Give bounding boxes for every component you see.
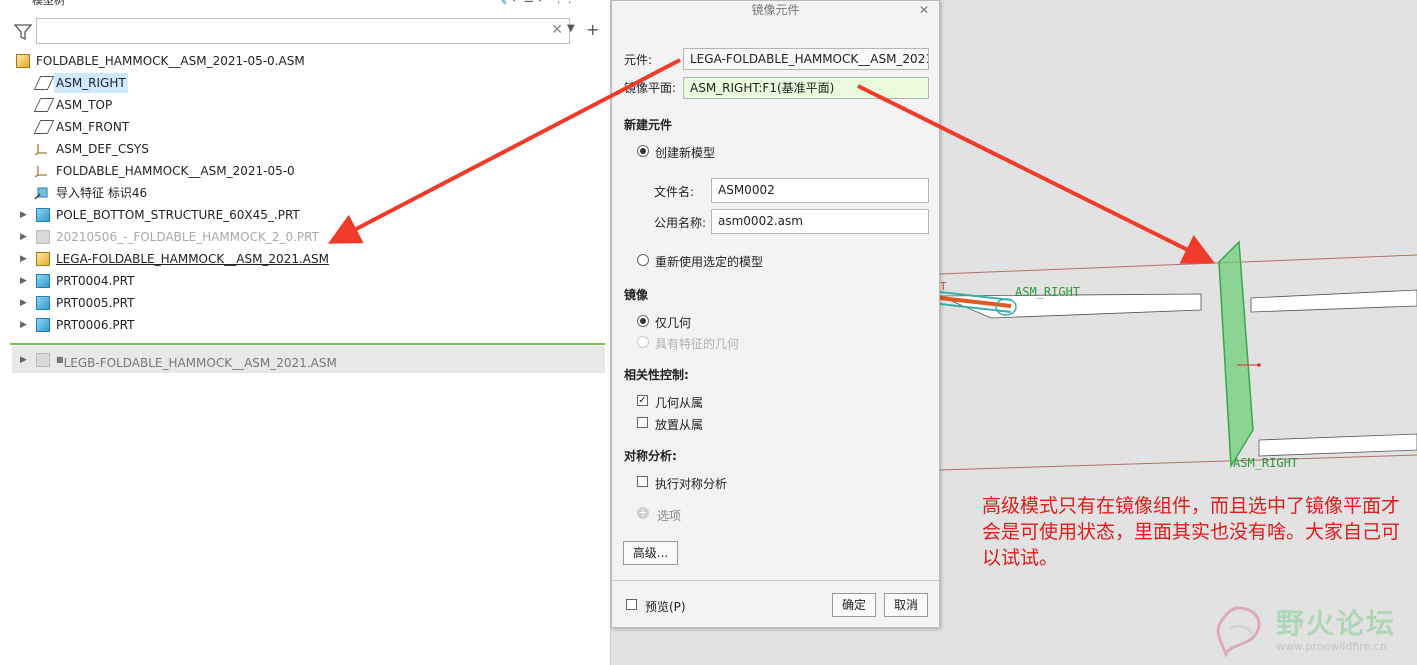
geometry-with-features-radio[interactable] (637, 336, 649, 348)
tree-item-label: ASM_RIGHT (54, 73, 128, 93)
ok-button[interactable]: 确定 (832, 593, 876, 617)
datum-plane-icon (33, 98, 55, 112)
dependency-header: 相关性控制: (624, 368, 689, 382)
model-tree-panel: 模型树 🔧 ▾ ☰ ▾ ⋮⋮ ✕ ▼ + FOLDABLE_HAMMOCK__A… (0, 0, 611, 665)
assembly-icon (16, 54, 30, 68)
datum-label-top: ASM_RIGHT (1015, 285, 1080, 299)
reuse-model-radio[interactable] (637, 254, 649, 266)
options-label[interactable]: 选项 (657, 507, 681, 524)
advanced-button[interactable]: 高级... (623, 541, 678, 565)
new-component-header: 新建元件 (624, 118, 673, 132)
close-icon[interactable]: ✕ (919, 1, 929, 19)
part-icon (36, 318, 50, 332)
tree-item-label: ASM_FRONT (56, 120, 130, 134)
expand-icon[interactable]: ▶ (20, 205, 30, 225)
model-tree-header: 模型树 🔧 ▾ ☰ ▾ ⋮⋮ (0, 0, 610, 10)
datum-plane-icon (33, 76, 55, 90)
tree-item-label: PRT0004.PRT (56, 274, 135, 288)
dialog-title: 镜像元件 (751, 3, 800, 17)
watermark-logo: 野火论坛 www.proewildfire.cn (1208, 600, 1413, 662)
assembly-icon (36, 353, 50, 367)
watermark-url: www.proewildfire.cn (1276, 640, 1387, 653)
cancel-button[interactable]: 取消 (884, 593, 928, 617)
expand-options-icon[interactable]: + (637, 507, 649, 519)
component-field[interactable]: LEGA-FOLDABLE_HAMMOCK__ASM_2021 (683, 48, 929, 70)
chevron-down-icon[interactable]: ▼ (567, 23, 575, 34)
common-name-label: 公用名称: (654, 216, 707, 230)
tree-item-legb-preview[interactable]: ▶ ■LEGB-FOLDABLE_HAMMOCK__ASM_2021.ASM (12, 346, 605, 373)
component-label: 元件: (624, 53, 653, 67)
model-tree-title: 模型树 (32, 0, 65, 7)
mirror-component-dialog: 镜像元件 ✕ 元件: LEGA-FOLDABLE_HAMMOCK__ASM_20… (611, 0, 940, 628)
expand-icon[interactable]: ▶ (20, 350, 30, 370)
datum-label-bottom: ASM_RIGHT (1233, 456, 1298, 470)
tree-item-legb-label: LEGB-FOLDABLE_HAMMOCK__ASM_2021.ASM (63, 356, 337, 370)
forum-logo-icon (1216, 606, 1261, 658)
tree-item-label: ■LEGB-FOLDABLE_HAMMOCK__ASM_2021.ASM (56, 355, 337, 370)
add-icon[interactable]: + (586, 20, 599, 39)
csys-icon (34, 144, 47, 156)
csys-icon (34, 166, 47, 178)
run-symmetry-label: 执行对称分析 (655, 477, 728, 491)
geometry-dependent-label: 几何从属 (655, 396, 704, 410)
mirror-header: 镜像 (624, 288, 649, 302)
frame-edge-bottom (939, 454, 1417, 471)
part-icon (36, 274, 50, 288)
run-symmetry-checkbox[interactable] (637, 476, 648, 487)
insert-indicator (10, 343, 605, 345)
tree-item-label: PRT0005.PRT (56, 296, 135, 310)
file-name-label: 文件名: (654, 185, 695, 199)
filter-icon[interactable] (14, 24, 32, 40)
tree-filter-row: ✕ ▼ + (10, 18, 605, 46)
expand-icon[interactable]: ▶ (20, 227, 30, 247)
expand-icon[interactable]: ▶ (20, 271, 30, 291)
geometry-with-features-label: 具有特征的几何 (655, 337, 740, 351)
tree-item-label: PRT0006.PRT (56, 318, 135, 332)
create-new-model-label: 创建新模型 (655, 146, 716, 160)
tree-item-label: FOLDABLE_HAMMOCK__ASM_2021-05-0.ASM (36, 54, 305, 68)
partial-label: T (940, 280, 947, 293)
mirror-plane-field[interactable]: ASM_RIGHT:F1(基准平面) (683, 77, 929, 99)
tree-item-label: 导入特征 标识46 (56, 186, 148, 200)
tree-item-label: ASM_DEF_CSYS (56, 142, 149, 156)
common-name-input[interactable]: asm0002.asm (711, 209, 929, 234)
assembly-icon (36, 252, 50, 266)
import-feature-icon (34, 187, 48, 200)
mirror-plane-label: 镜像平面: (624, 81, 677, 95)
part-icon (36, 230, 50, 244)
datum-plane-asm-right[interactable] (1218, 240, 1254, 469)
part-icon (36, 208, 50, 222)
part-icon (36, 296, 50, 310)
tree-item-label: POLE_BOTTOM_STRUCTURE_60X45_.PRT (56, 208, 300, 222)
datum-plane-icon (33, 120, 55, 134)
tube-right-top (1250, 289, 1417, 313)
placement-dependent-label: 放置从属 (655, 418, 704, 432)
annotation-text: 高级模式只有在镜像组件，而且选中了镜像平面才会是可使用状态，里面其实也没有啥。大… (982, 495, 1401, 569)
expand-icon[interactable]: ▶ (20, 249, 30, 269)
frame-edge-top (939, 254, 1417, 275)
tree-item-label: ASM_TOP (56, 98, 113, 112)
tree-item-label: FOLDABLE_HAMMOCK__ASM_2021-05-0 (56, 164, 295, 178)
tree-settings-icons[interactable]: 🔧 ▾ ☰ ▾ ⋮⋮ (494, 0, 575, 5)
tube-right-bottom (1258, 433, 1417, 457)
geometry-only-label: 仅几何 (655, 316, 692, 330)
tree-item-label: 20210506_-_FOLDABLE_HAMMOCK_2_0.PRT (56, 230, 319, 244)
geometry-dependent-checkbox[interactable]: ✓ (637, 395, 648, 406)
geometry-only-radio[interactable] (637, 315, 649, 327)
placement-dependent-checkbox[interactable] (637, 417, 648, 428)
file-name-input[interactable]: ASM0002 (711, 178, 929, 203)
tree-item-label: LEGA-FOLDABLE_HAMMOCK__ASM_2021.ASM (56, 252, 329, 266)
expand-icon[interactable]: ▶ (20, 293, 30, 313)
tree-search-input[interactable]: ✕ (36, 18, 570, 44)
watermark-name: 野火论坛 (1276, 607, 1397, 640)
create-new-model-radio[interactable] (637, 145, 649, 157)
expand-icon[interactable]: ▶ (20, 315, 30, 335)
preview-label: 预览(P) (645, 600, 686, 614)
reuse-model-label: 重新使用选定的模型 (655, 255, 764, 269)
clear-icon[interactable]: ✕ (551, 22, 563, 38)
symmetry-header: 对称分析: (624, 449, 677, 463)
dialog-separator (612, 580, 939, 581)
preview-checkbox[interactable] (626, 599, 637, 610)
